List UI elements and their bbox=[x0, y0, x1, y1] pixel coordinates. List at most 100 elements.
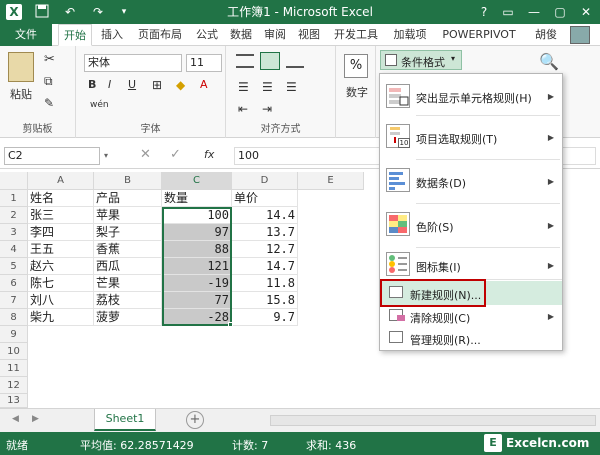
cell-c1[interactable]: 数量 bbox=[162, 190, 232, 207]
paste-button[interactable]: 粘贴 bbox=[4, 86, 38, 102]
row-header-11[interactable]: 11 bbox=[0, 360, 28, 377]
cell-b3[interactable]: 梨子 bbox=[94, 224, 162, 241]
sheet-tab-sheet1[interactable]: Sheet1 bbox=[94, 409, 156, 431]
fill-handle[interactable] bbox=[228, 322, 233, 327]
column-header-c[interactable]: C bbox=[162, 172, 232, 190]
tab-insert[interactable]: 插入 bbox=[96, 24, 128, 46]
cell-a2[interactable]: 张三 bbox=[28, 207, 94, 224]
format-painter-icon[interactable]: ✎ bbox=[44, 96, 54, 110]
maximize-button[interactable]: ▢ bbox=[548, 0, 572, 24]
tab-home[interactable]: 开始 bbox=[58, 24, 92, 46]
user-name[interactable]: 胡俊 bbox=[528, 24, 564, 46]
ribbon-display-button[interactable]: ▭ bbox=[496, 0, 520, 24]
align-left-icon[interactable]: ☰ bbox=[238, 80, 249, 94]
cell-b7[interactable]: 荔枝 bbox=[94, 292, 162, 309]
percent-icon[interactable]: % bbox=[344, 54, 368, 78]
paste-icon[interactable] bbox=[8, 52, 34, 82]
cell-a4[interactable]: 王五 bbox=[28, 241, 94, 258]
row-header-13[interactable]: 13 bbox=[0, 394, 28, 408]
row-header-4[interactable]: 4 bbox=[0, 241, 28, 258]
font-name-box[interactable]: 宋体 bbox=[84, 54, 182, 72]
cell-d1[interactable]: 单价 bbox=[232, 190, 298, 207]
tab-developer[interactable]: 开发工具 bbox=[328, 24, 384, 46]
number-button[interactable]: 数字 bbox=[342, 84, 372, 100]
cell-b6[interactable]: 芒果 bbox=[94, 275, 162, 292]
row-header-6[interactable]: 6 bbox=[0, 275, 28, 292]
align-bottom-icon[interactable] bbox=[286, 54, 304, 68]
row-header-10[interactable]: 10 bbox=[0, 343, 28, 360]
cell-d3[interactable]: 13.7 bbox=[232, 224, 298, 241]
tab-page-layout[interactable]: 页面布局 bbox=[132, 24, 188, 46]
row-header-12[interactable]: 12 bbox=[0, 377, 28, 394]
cell-d4[interactable]: 12.7 bbox=[232, 241, 298, 258]
tab-view[interactable]: 视图 bbox=[294, 24, 324, 46]
cancel-icon[interactable]: ✕ bbox=[140, 147, 151, 162]
row-header-5[interactable]: 5 bbox=[0, 258, 28, 275]
select-all-corner[interactable] bbox=[0, 172, 28, 190]
italic-button[interactable]: I bbox=[108, 78, 111, 91]
row-header-7[interactable]: 7 bbox=[0, 292, 28, 309]
insert-function-icon[interactable]: fx bbox=[204, 148, 214, 161]
column-header-e[interactable]: E bbox=[298, 172, 364, 190]
selection-range[interactable] bbox=[162, 207, 232, 326]
cell-a3[interactable]: 李四 bbox=[28, 224, 94, 241]
font-color-icon[interactable]: A bbox=[200, 78, 208, 91]
menu-item-icon-sets[interactable]: 图标集(I) ▶ bbox=[380, 250, 562, 280]
menu-item-top-bottom-rules[interactable]: 10 项目选取规则(T) ▶ bbox=[380, 118, 562, 158]
scroll-right-icon[interactable]: ▶ bbox=[32, 414, 39, 424]
row-header-1[interactable]: 1 bbox=[0, 190, 28, 207]
cell-d5[interactable]: 14.7 bbox=[232, 258, 298, 275]
cut-icon[interactable]: ✂ bbox=[44, 52, 55, 67]
find-icon[interactable]: 🔍 bbox=[538, 52, 560, 74]
tab-powerpivot[interactable]: POWERPIVOT bbox=[436, 24, 522, 46]
cell-b8[interactable]: 菠萝 bbox=[94, 309, 162, 326]
cell-d7[interactable]: 15.8 bbox=[232, 292, 298, 309]
cell-b1[interactable]: 产品 bbox=[94, 190, 162, 207]
increase-indent-icon[interactable]: ⇥ bbox=[262, 102, 272, 116]
tab-review[interactable]: 审阅 bbox=[260, 24, 290, 46]
cell-a8[interactable]: 柴九 bbox=[28, 309, 94, 326]
cell-a1[interactable]: 姓名 bbox=[28, 190, 94, 207]
menu-item-highlight-rules[interactable]: 突出显示单元格规则(H) ▶ bbox=[380, 80, 562, 114]
cell-d8[interactable]: 9.7 bbox=[232, 309, 298, 326]
font-size-box[interactable]: 11 bbox=[186, 54, 222, 72]
avatar[interactable] bbox=[570, 26, 590, 44]
menu-item-data-bars[interactable]: 数据条(D) ▶ bbox=[380, 162, 562, 202]
name-box-dropdown-icon[interactable]: ▾ bbox=[104, 151, 108, 160]
horizontal-scrollbar[interactable] bbox=[270, 415, 596, 426]
cell-b4[interactable]: 香蕉 bbox=[94, 241, 162, 258]
tab-file[interactable]: 文件 bbox=[0, 24, 52, 46]
cell-b5[interactable]: 西瓜 bbox=[94, 258, 162, 275]
name-box[interactable]: C2 bbox=[4, 147, 100, 165]
decrease-indent-icon[interactable]: ⇤ bbox=[238, 102, 248, 116]
underline-button[interactable]: U bbox=[128, 78, 136, 91]
tab-data[interactable]: 数据 bbox=[226, 24, 256, 46]
minimize-button[interactable]: — bbox=[522, 0, 546, 24]
conditional-format-button[interactable]: 条件格式 ▾ bbox=[380, 50, 462, 70]
phonetic-button[interactable]: wén bbox=[90, 100, 109, 110]
row-header-2[interactable]: 2 bbox=[0, 207, 28, 224]
cell-b2[interactable]: 苹果 bbox=[94, 207, 162, 224]
tab-formulas[interactable]: 公式 bbox=[192, 24, 222, 46]
cell-a7[interactable]: 刘八 bbox=[28, 292, 94, 309]
bold-button[interactable]: B bbox=[88, 78, 96, 91]
column-header-d[interactable]: D bbox=[232, 172, 298, 190]
fill-color-icon[interactable]: ◆ bbox=[176, 78, 185, 92]
align-right-icon[interactable]: ☰ bbox=[286, 80, 297, 94]
cell-a5[interactable]: 赵六 bbox=[28, 258, 94, 275]
align-middle-icon[interactable] bbox=[260, 52, 280, 70]
menu-item-manage-rules[interactable]: 管理规则(R)... bbox=[380, 327, 562, 349]
menu-item-clear-rules[interactable]: 清除规则(C) ▶ bbox=[380, 305, 562, 327]
border-icon[interactable]: ⊞ bbox=[152, 78, 162, 92]
cell-d6[interactable]: 11.8 bbox=[232, 275, 298, 292]
enter-icon[interactable]: ✓ bbox=[170, 147, 181, 162]
row-header-9[interactable]: 9 bbox=[0, 326, 28, 343]
scroll-left-icon[interactable]: ◀ bbox=[12, 414, 19, 424]
row-header-8[interactable]: 8 bbox=[0, 309, 28, 326]
cell-d2[interactable]: 14.4 bbox=[232, 207, 298, 224]
row-header-3[interactable]: 3 bbox=[0, 224, 28, 241]
help-button[interactable]: ? bbox=[472, 0, 496, 24]
cell-a6[interactable]: 陈七 bbox=[28, 275, 94, 292]
column-header-a[interactable]: A bbox=[28, 172, 94, 190]
tab-addins[interactable]: 加载项 bbox=[388, 24, 432, 46]
